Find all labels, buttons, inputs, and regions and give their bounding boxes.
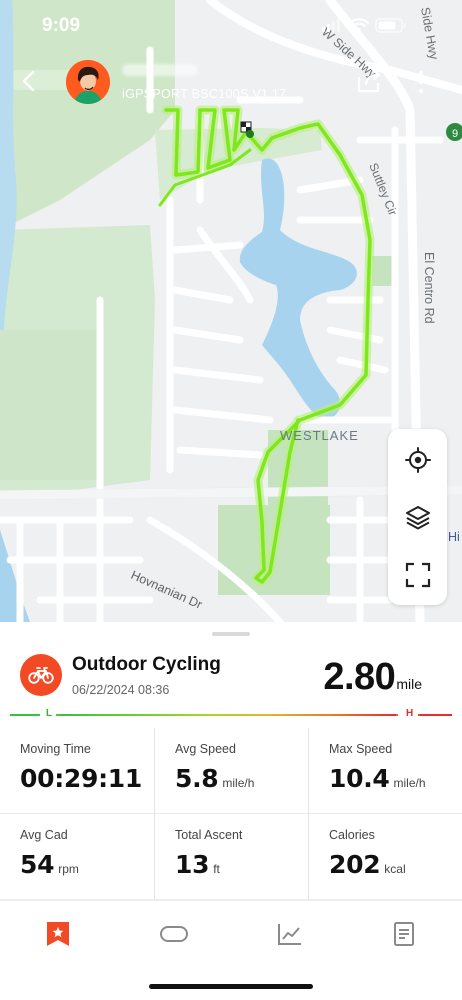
bicycle-icon bbox=[28, 667, 54, 684]
stat-unit: ft bbox=[213, 862, 220, 876]
stat-moving-time: Moving Time 00:29:11 bbox=[0, 728, 154, 814]
tab-charts[interactable] bbox=[270, 919, 310, 949]
distance-total: 2.80 mile bbox=[323, 656, 422, 699]
stat-label: Calories bbox=[329, 828, 375, 842]
stat-value: 202 bbox=[329, 850, 381, 879]
sheet-drag-handle[interactable] bbox=[212, 632, 250, 636]
more-icon bbox=[418, 70, 424, 94]
stat-total-ascent: Total Ascent 13 ft bbox=[154, 814, 308, 900]
layers-button[interactable] bbox=[388, 489, 447, 545]
layers-icon bbox=[405, 506, 430, 530]
stats-row: Moving Time 00:29:11 Avg Speed 5.8 mile/h… bbox=[0, 728, 462, 814]
tab-details[interactable] bbox=[384, 919, 424, 949]
stat-unit: mile/h bbox=[222, 776, 255, 790]
back-icon bbox=[22, 70, 35, 92]
battery-icon bbox=[375, 18, 406, 33]
stat-value: 54 bbox=[20, 850, 55, 879]
signal-icon bbox=[322, 27, 325, 32]
speed-gradient bbox=[10, 708, 452, 722]
activity-title: Outdoor Cycling bbox=[72, 654, 221, 675]
stat-label: Max Speed bbox=[329, 742, 393, 756]
stat-label: Total Ascent bbox=[175, 828, 243, 842]
wifi-icon bbox=[349, 18, 369, 27]
fullscreen-button[interactable] bbox=[388, 547, 447, 603]
avatar-icon bbox=[66, 60, 110, 104]
line-chart-icon bbox=[278, 924, 301, 945]
back-button[interactable] bbox=[14, 66, 44, 96]
street-label-el-centro-rd: El Centro Rd bbox=[422, 252, 436, 324]
poi-label: Hi bbox=[448, 530, 460, 544]
avatar[interactable] bbox=[66, 60, 110, 104]
distance-unit: mile bbox=[396, 676, 422, 692]
stat-label: Avg Speed bbox=[175, 742, 236, 756]
legend-high-label: H bbox=[406, 708, 414, 719]
stat-value: 10.4 bbox=[329, 764, 390, 793]
top-bar: iGPSPORT BSC100S V1.17 bbox=[0, 58, 462, 108]
activity-date: 06/22/2024 08:36 bbox=[72, 683, 170, 697]
tab-summary[interactable] bbox=[38, 919, 78, 949]
map-tools-panel bbox=[388, 429, 447, 605]
fullscreen-icon bbox=[405, 562, 430, 588]
start-marker bbox=[246, 130, 254, 138]
share-icon bbox=[357, 69, 381, 93]
stat-unit: mile/h bbox=[393, 776, 426, 790]
stat-calories: Calories 202 kcal bbox=[308, 814, 462, 900]
stats-row: Avg Cad 54 rpm Total Ascent 13 ft Calories… bbox=[0, 814, 462, 900]
distance-value: 2.80 bbox=[323, 656, 396, 698]
stat-max-speed: Max Speed 10.4 mile/h bbox=[308, 728, 462, 814]
user-name-blurred bbox=[122, 64, 198, 76]
stat-label: Moving Time bbox=[20, 742, 91, 756]
area-label-westlake: WESTLAKE bbox=[280, 428, 359, 443]
more-button[interactable] bbox=[412, 66, 430, 98]
status-time: 9:09 bbox=[42, 15, 81, 36]
route-shield-label: 9 bbox=[452, 128, 458, 140]
stat-value: 5.8 bbox=[175, 764, 219, 793]
speed-legend: L H bbox=[10, 708, 452, 724]
activity-type-badge bbox=[20, 654, 62, 696]
stats-grid: Moving Time 00:29:11 Avg Speed 5.8 mile/h… bbox=[0, 728, 462, 900]
document-icon bbox=[394, 922, 414, 946]
locate-button[interactable] bbox=[388, 432, 447, 488]
tab-laps[interactable] bbox=[154, 919, 194, 949]
route-map[interactable]: 9 W Side Hwy Side Hwy Suttley Cir El Cen… bbox=[0, 0, 462, 622]
stat-unit: rpm bbox=[58, 862, 79, 876]
laps-icon bbox=[160, 926, 188, 942]
status-bar: 9:09 bbox=[0, 0, 462, 50]
stat-avg-cadence: Avg Cad 54 rpm bbox=[0, 814, 154, 900]
stat-unit: kcal bbox=[384, 862, 406, 876]
home-indicator bbox=[149, 984, 313, 989]
device-name: iGPSPORT BSC100S V1.17 bbox=[122, 87, 287, 101]
stat-value: 00:29:11 bbox=[20, 764, 142, 793]
locate-icon bbox=[404, 447, 431, 473]
status-icons bbox=[322, 18, 406, 33]
share-button[interactable] bbox=[354, 66, 384, 96]
stat-label: Avg Cad bbox=[20, 828, 68, 842]
stat-value: 13 bbox=[175, 850, 210, 879]
legend-low-label: L bbox=[46, 708, 53, 719]
bookmark-star-icon bbox=[47, 922, 69, 946]
stat-avg-speed: Avg Speed 5.8 mile/h bbox=[154, 728, 308, 814]
